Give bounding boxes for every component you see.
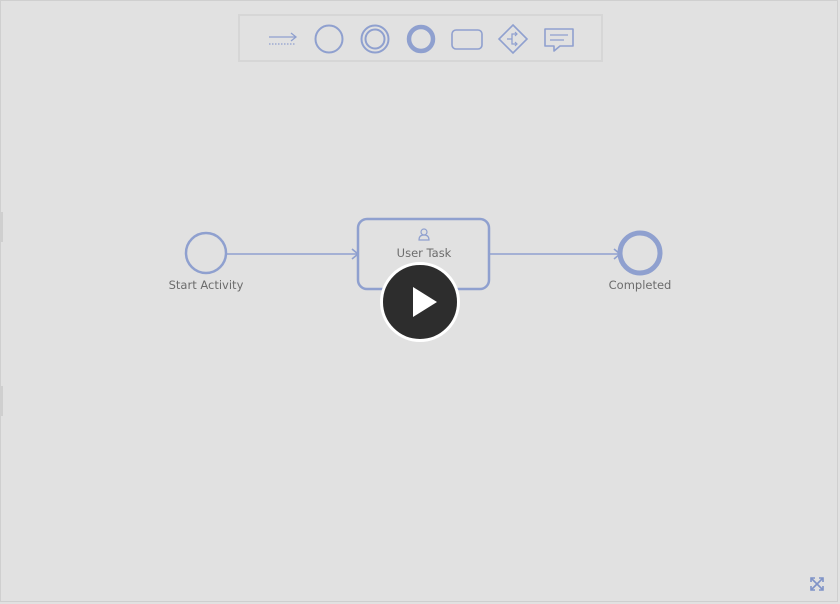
- end-event-label: Completed: [608, 278, 672, 292]
- user-icon: [418, 228, 430, 241]
- sequence-flow-start-to-task[interactable]: [227, 248, 360, 260]
- expand-icon: [810, 577, 824, 591]
- fullscreen-button[interactable]: [809, 576, 825, 592]
- play-icon: [413, 287, 437, 317]
- start-event[interactable]: [184, 231, 228, 275]
- play-button[interactable]: [380, 262, 460, 342]
- user-task-label: User Task: [396, 246, 452, 260]
- end-event[interactable]: [617, 230, 663, 276]
- start-event-label: Start Activity: [168, 278, 244, 292]
- sequence-flow-task-to-end[interactable]: [490, 248, 622, 260]
